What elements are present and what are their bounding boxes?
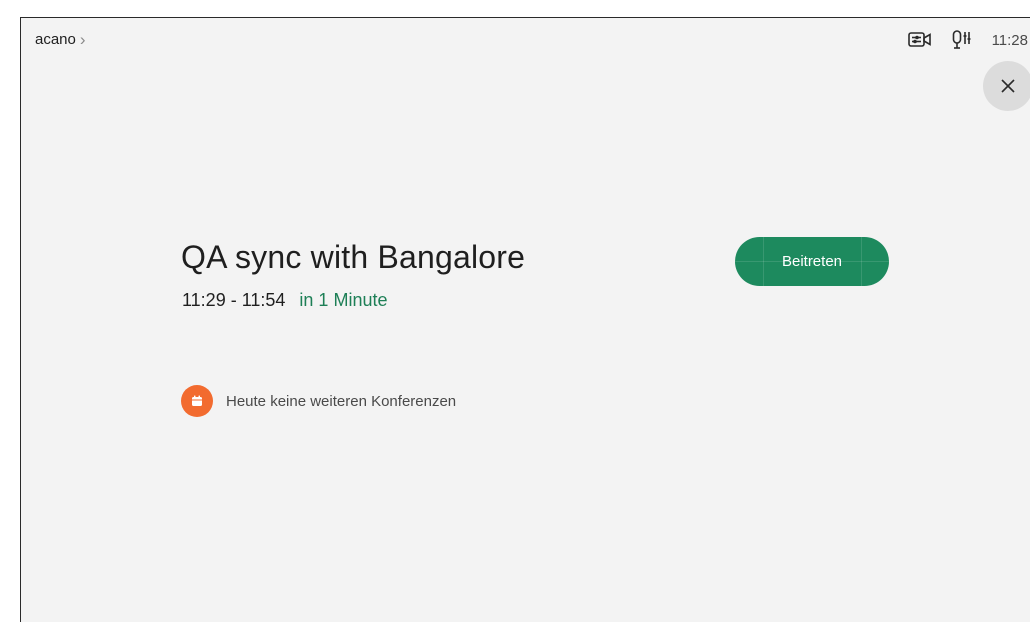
calendar-icon [181, 385, 213, 417]
close-icon [1001, 79, 1015, 93]
join-button[interactable]: Beitreten [735, 237, 889, 286]
status-bar: 11:28 [907, 29, 1030, 51]
agenda-empty-message: Heute keine weiteren Konferenzen [226, 392, 457, 410]
microphone-settings-icon[interactable] [950, 29, 974, 51]
close-button[interactable] [983, 61, 1030, 111]
room-name: acano [35, 31, 76, 48]
agenda-empty-state: Heute keine weiteren Konferenzen [181, 385, 456, 417]
meeting-time-range: 11:29 - 11:54 [182, 290, 286, 310]
join-button-label: Beitreten [781, 253, 843, 270]
clock: 11:28 [991, 31, 1028, 49]
button-divider [861, 237, 862, 286]
meeting-countdown: in 1 Minute [299, 290, 388, 310]
chevron-right-icon: › [79, 30, 86, 49]
meeting-schedule: 11:29 - 11:54 in 1 Minute [182, 290, 387, 311]
button-divider [763, 237, 764, 286]
touch-panel-screen: acano › 11:28 QA sync with Bangalore 11:… [20, 17, 1030, 622]
room-name-link[interactable]: acano › [35, 31, 86, 48]
meeting-title: QA sync with Bangalore [181, 239, 526, 275]
camera-controls-icon[interactable] [907, 29, 932, 51]
